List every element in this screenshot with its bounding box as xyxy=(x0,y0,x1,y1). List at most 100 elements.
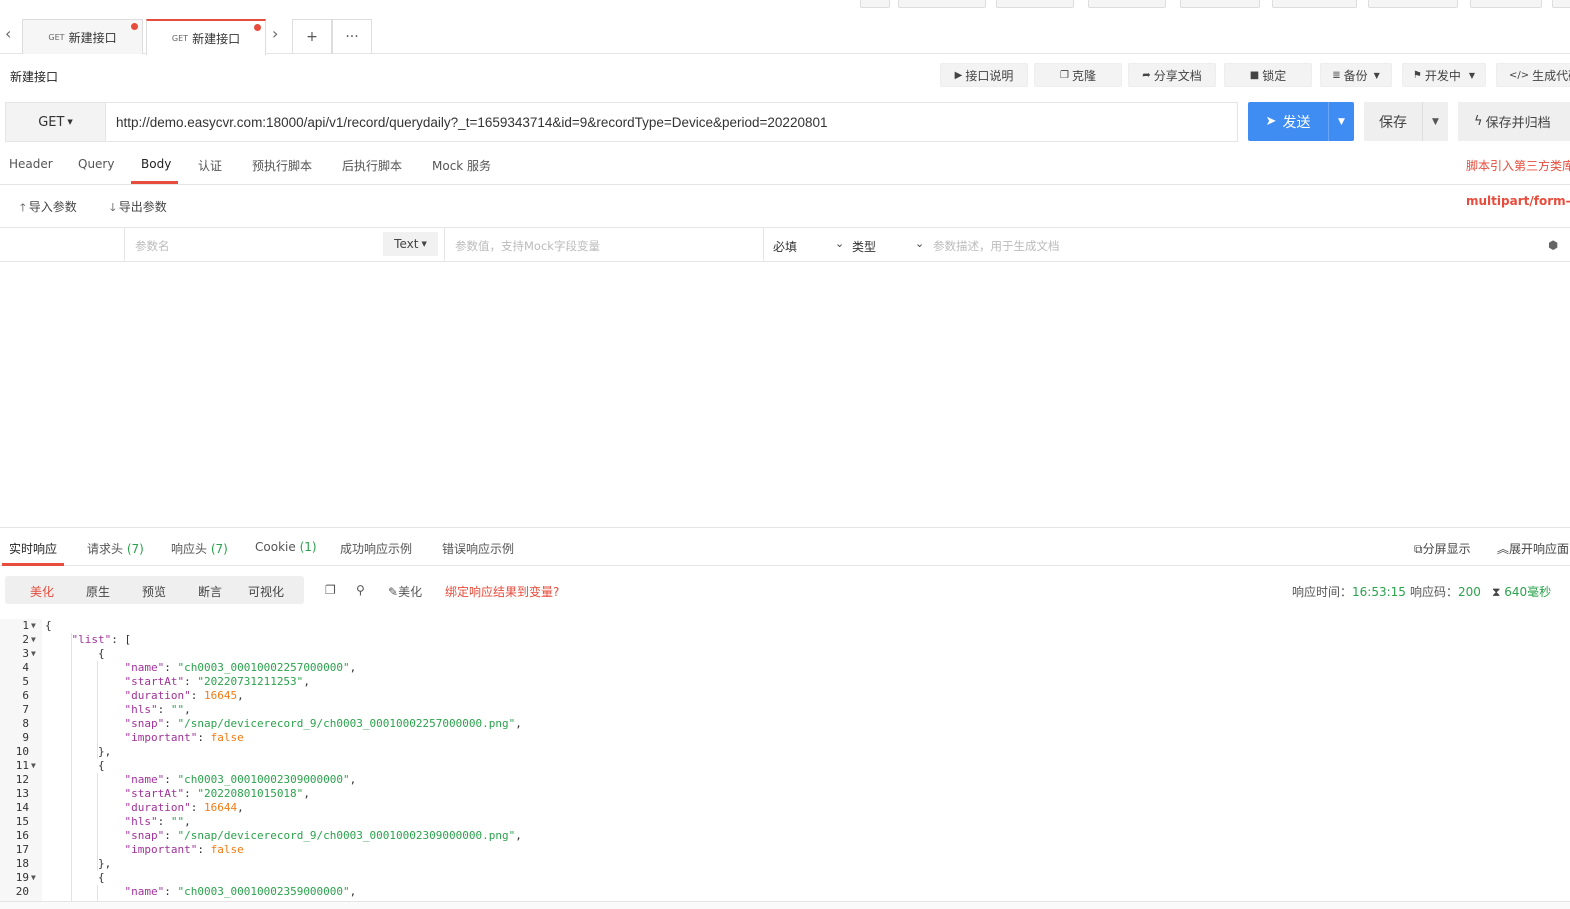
caret-down-icon: ▼ xyxy=(1432,116,1439,127)
line-number: 9 xyxy=(22,731,29,744)
divider xyxy=(124,228,125,262)
tab-success-example[interactable]: 成功响应示例 xyxy=(340,540,412,557)
chevron-right-icon[interactable]: › xyxy=(272,24,278,43)
import-params-button[interactable]: 🡑 导入参数 xyxy=(20,198,77,218)
send-button[interactable]: ➤ 发送 xyxy=(1248,102,1328,141)
tab-method: GET xyxy=(48,32,65,42)
send-dropdown-button[interactable]: ▼ xyxy=(1328,102,1354,141)
code-text: "hls": "", xyxy=(124,815,191,828)
top-button[interactable] xyxy=(1272,0,1357,8)
save-archive-button[interactable]: ϟ 保存并归档 xyxy=(1458,102,1570,141)
tab-realtime-response[interactable]: 实时响应 xyxy=(9,540,57,557)
tab-method: GET xyxy=(171,33,189,43)
response-body-editor[interactable]: 1 ▼{2 ▼ "list": [3 ▼ {4 "name": "ch0003_000… xyxy=(0,619,1570,901)
top-button[interactable] xyxy=(1470,0,1542,8)
cube-icon[interactable]: ⬢ xyxy=(1548,238,1558,252)
body-param-row: 参数名 Text ▼ 参数值，支持Mock字段变量 必填 ⌄ 类型 ⌄ 参数描述，… xyxy=(0,227,1570,262)
flag-icon: ⚑ xyxy=(1412,69,1422,81)
beautify-button[interactable]: ✎美化 xyxy=(388,583,422,600)
param-name-input[interactable]: 参数名 xyxy=(135,238,170,254)
export-params-button[interactable]: 🡓 导出参数 xyxy=(110,198,167,218)
expand-response-button[interactable]: ︽展开响应面 xyxy=(1497,540,1569,557)
tab-pre-script[interactable]: 预执行脚本 xyxy=(252,157,312,174)
required-select[interactable]: 必填 xyxy=(773,238,797,255)
param-value-input[interactable]: 参数值，支持Mock字段变量 xyxy=(455,238,600,254)
more-tabs-button[interactable]: ··· xyxy=(332,19,372,54)
lock-button[interactable]: ■ 锁定 xyxy=(1224,63,1312,87)
bind-variable-link[interactable]: 绑定响应结果到变量? xyxy=(445,583,559,600)
fold-caret-icon[interactable]: ▼ xyxy=(31,619,36,633)
code-line: 3 ▼ { xyxy=(0,647,1570,661)
line-number: 14 xyxy=(15,801,29,814)
chevron-up-icon: ︽ xyxy=(1497,542,1510,556)
search-icon[interactable]: ⚲ xyxy=(356,583,365,597)
arrow-down-icon: 🡓 xyxy=(110,201,116,214)
api-name[interactable]: 新建接口 xyxy=(10,68,58,85)
fmt-raw[interactable]: 原生 xyxy=(86,583,110,600)
top-button[interactable] xyxy=(1180,0,1260,8)
code-line: 2 ▼ "list": [ xyxy=(0,633,1570,647)
bolt-icon: ϟ xyxy=(1474,114,1483,129)
fmt-assert[interactable]: 断言 xyxy=(198,583,222,600)
tab-request-1[interactable]: GET 新建接口 xyxy=(22,19,143,54)
tab-post-script[interactable]: 后执行脚本 xyxy=(342,157,402,174)
field-type-select[interactable]: 类型 xyxy=(852,238,876,255)
code-text: "name": "ch0003_00010002309000000", xyxy=(124,773,357,786)
tab-cookie[interactable]: Cookie (1) xyxy=(255,540,317,554)
status-dropdown[interactable]: ⚑ 开发中 ▼ xyxy=(1402,63,1486,87)
top-button[interactable] xyxy=(898,0,986,8)
param-desc-input[interactable]: 参数描述，用于生成文档 xyxy=(933,238,1060,254)
tab-body[interactable]: Body xyxy=(141,157,171,171)
top-button[interactable] xyxy=(996,0,1074,8)
content-type-select[interactable]: multipart/form-data xyxy=(1466,194,1570,208)
line-number: 8 xyxy=(22,717,29,730)
arrow-up-icon: 🡑 xyxy=(20,201,26,214)
api-doc-button[interactable]: ▶ 接口说明 xyxy=(940,63,1028,87)
fmt-preview[interactable]: 预览 xyxy=(142,583,166,600)
tab-request-headers[interactable]: 请求头 (7) xyxy=(87,540,144,557)
url-input[interactable] xyxy=(105,102,1238,142)
tab-request-2[interactable]: GET 新建接口 xyxy=(146,19,266,55)
tab-query[interactable]: Query xyxy=(78,157,114,171)
save-dropdown-button[interactable]: ▼ xyxy=(1422,102,1448,141)
top-button[interactable] xyxy=(1552,0,1570,8)
add-tab-button[interactable]: + xyxy=(292,19,332,54)
code-text: { xyxy=(45,647,105,660)
line-number: 18 xyxy=(15,857,29,870)
split-icon: ⧉ xyxy=(1414,542,1423,556)
code-text: { xyxy=(45,619,52,632)
codegen-button[interactable]: </>生成代码 xyxy=(1496,63,1570,87)
fmt-beautify[interactable]: 美化 xyxy=(30,583,54,600)
code-text: }, xyxy=(45,857,112,870)
code-text: "name": "ch0003_00010002359000000", xyxy=(124,885,357,898)
fold-caret-icon[interactable]: ▼ xyxy=(31,759,36,773)
tab-response-headers[interactable]: 响应头 (7) xyxy=(171,540,228,557)
method-select[interactable]: GET ▼ xyxy=(5,102,106,142)
clone-button[interactable]: ❐ 克隆 xyxy=(1034,63,1122,87)
tab-error-example[interactable]: 错误响应示例 xyxy=(442,540,514,557)
top-button[interactable] xyxy=(1368,0,1458,8)
top-button[interactable] xyxy=(860,0,890,8)
split-view-button[interactable]: ⧉分屏显示 xyxy=(1414,540,1471,557)
tab-mock[interactable]: Mock 服务 xyxy=(432,157,491,174)
fold-caret-icon[interactable]: ▼ xyxy=(31,871,36,885)
chevron-left-icon[interactable]: ‹ xyxy=(5,24,11,43)
param-type-select[interactable]: Text ▼ xyxy=(383,232,438,256)
chevron-down-icon[interactable]: ⌄ xyxy=(835,237,844,250)
tab-auth[interactable]: 认证 xyxy=(198,157,222,174)
tab-label: 新建接口 xyxy=(68,30,117,45)
line-number: 17 xyxy=(15,843,29,856)
copy-icon[interactable]: ❐ xyxy=(325,583,336,597)
save-button[interactable]: 保存 xyxy=(1364,102,1422,141)
fold-caret-icon[interactable]: ▼ xyxy=(31,647,36,661)
fold-caret-icon[interactable]: ▼ xyxy=(31,633,36,647)
paper-plane-icon: ➤ xyxy=(1265,114,1277,129)
fmt-visualize[interactable]: 可视化 xyxy=(248,583,284,600)
top-button[interactable] xyxy=(1088,0,1166,8)
script-library-link[interactable]: 脚本引入第三方类库 xyxy=(1466,157,1570,174)
backup-button[interactable]: ≣ 备份 ▼ xyxy=(1320,63,1392,87)
chevron-down-icon[interactable]: ⌄ xyxy=(915,237,924,250)
tab-header[interactable]: Header xyxy=(9,157,53,171)
active-tab-indicator xyxy=(131,181,178,184)
share-doc-button[interactable]: ➦ 分享文档 xyxy=(1128,63,1216,87)
